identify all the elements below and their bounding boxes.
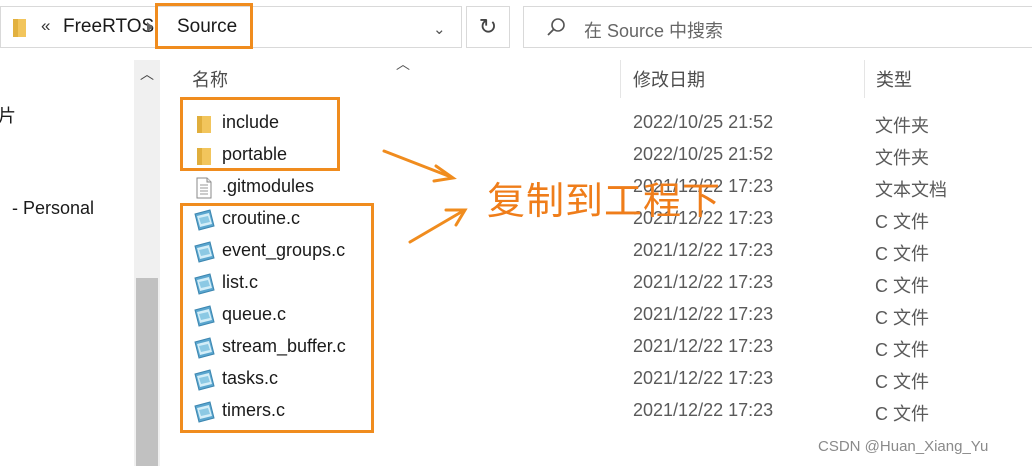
annotation-text: 复制到工程下 <box>487 179 722 223</box>
annotation-arrows <box>382 149 468 244</box>
watermark: CSDN @Huan_Xiang_Yu <box>818 438 989 455</box>
